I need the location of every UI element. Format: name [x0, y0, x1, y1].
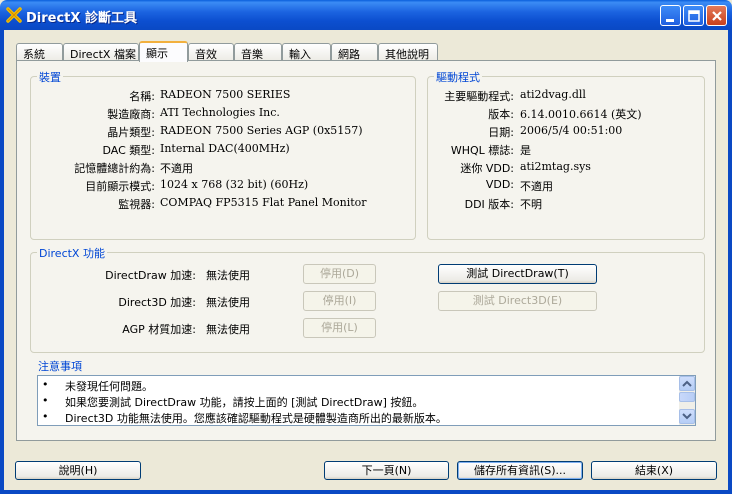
notes-title: 注意事項	[36, 358, 84, 374]
directx-icon	[6, 7, 22, 23]
tab-input[interactable]: 輸入	[282, 43, 331, 61]
device-name-value: RADEON 7500 SERIES	[160, 88, 291, 101]
mini-vdd-label: 迷你 VDD:	[460, 162, 514, 175]
mini-vdd-value: ati2mtag.sys	[520, 160, 591, 173]
whql-label: WHQL 標誌:	[450, 144, 514, 157]
save-all-info-button[interactable]: 儲存所有資訊(S)...	[457, 461, 583, 480]
directdraw-accel-value: 無法使用	[206, 269, 250, 282]
device-name-label: 名稱:	[129, 90, 155, 103]
disable-agp-button[interactable]: 停用(L)	[303, 318, 376, 338]
scroll-up-button[interactable]	[679, 376, 695, 391]
tab-directx-files[interactable]: DirectX 檔案	[63, 43, 139, 61]
tab-system[interactable]: 系統	[16, 43, 63, 61]
dac-type-value: Internal DAC(400MHz)	[160, 142, 290, 155]
ddi-version-value: 不明	[520, 198, 542, 211]
monitor-value: COMPAQ FP5315 Flat Panel Monitor	[160, 196, 367, 209]
tab-more-help[interactable]: 其他說明	[378, 43, 438, 61]
chip-type-value: RADEON 7500 Series AGP (0x5157)	[160, 124, 363, 137]
test-directdraw-button[interactable]: 測試 DirectDraw(T)	[438, 264, 597, 284]
whql-value: 是	[520, 144, 531, 157]
maximize-icon	[688, 10, 700, 22]
dac-type-label: DAC 類型:	[102, 144, 156, 157]
title-bar[interactable]: DirectX 診斷工具	[0, 0, 732, 30]
tab-display[interactable]: 顯示	[139, 41, 188, 62]
minimize-button[interactable]	[660, 5, 681, 26]
test-direct3d-button[interactable]: 測試 Direct3D(E)	[438, 291, 597, 311]
agp-accel-value: 無法使用	[206, 323, 250, 336]
disable-directdraw-button[interactable]: 停用(D)	[303, 264, 376, 284]
chevron-down-icon	[682, 413, 692, 420]
vdd-label: VDD:	[485, 178, 514, 191]
close-icon	[712, 11, 722, 21]
directx-features-title: DirectX 功能	[37, 245, 107, 261]
monitor-label: 監視器:	[118, 198, 155, 211]
display-mode-label: 目前顯示模式:	[85, 180, 155, 193]
date-label: 日期:	[488, 126, 514, 139]
direct3d-accel-value: 無法使用	[206, 296, 250, 309]
version-label: 版本:	[488, 108, 514, 121]
display-mode-value: 1024 x 768 (32 bit) (60Hz)	[160, 178, 309, 191]
directdraw-accel-label: DirectDraw 加速:	[105, 269, 196, 282]
close-button[interactable]	[706, 5, 727, 26]
next-page-button[interactable]: 下一頁(N)	[324, 461, 449, 480]
manufacturer-value: ATI Technologies Inc.	[160, 106, 280, 119]
agp-accel-label: AGP 材質加速:	[122, 323, 196, 336]
version-value: 6.14.0010.6614 (英文)	[520, 108, 642, 121]
notes-box[interactable]: • 未發現任何問題。 • 如果您要測試 DirectDraw 功能，請按上面的 [測…	[37, 375, 696, 426]
date-value: 2006/5/4 00:51:00	[520, 124, 623, 137]
help-button[interactable]: 說明(H)	[15, 461, 141, 480]
scroll-thumb[interactable]	[679, 392, 695, 402]
main-driver-label: 主要驅動程式:	[444, 90, 514, 103]
vdd-value: 不適用	[520, 180, 553, 193]
manufacturer-label: 製造廠商:	[107, 108, 155, 121]
exit-button[interactable]: 結束(X)	[591, 461, 717, 480]
chip-type-label: 晶片類型:	[107, 126, 155, 139]
driver-group-title: 驅動程式	[434, 69, 482, 85]
memory-label: 記憶體總計約為:	[74, 162, 155, 175]
main-driver-value: ati2dvag.dll	[520, 88, 586, 101]
direct3d-accel-label: Direct3D 加速:	[118, 296, 196, 309]
minimize-icon	[666, 19, 674, 22]
tab-sound[interactable]: 音效	[188, 43, 234, 61]
tab-network[interactable]: 網路	[331, 43, 378, 61]
notes-scrollbar[interactable]	[679, 376, 695, 425]
maximize-button[interactable]	[683, 5, 704, 26]
ddi-version-label: DDI 版本:	[464, 198, 514, 211]
memory-value: 不適用	[160, 162, 193, 175]
chevron-up-icon	[682, 380, 692, 387]
scroll-down-button[interactable]	[679, 409, 695, 424]
window-title: DirectX 診斷工具	[26, 11, 137, 26]
tab-music[interactable]: 音樂	[234, 43, 282, 61]
device-group-title: 裝置	[37, 69, 63, 85]
disable-direct3d-button[interactable]: 停用(I)	[303, 291, 376, 311]
